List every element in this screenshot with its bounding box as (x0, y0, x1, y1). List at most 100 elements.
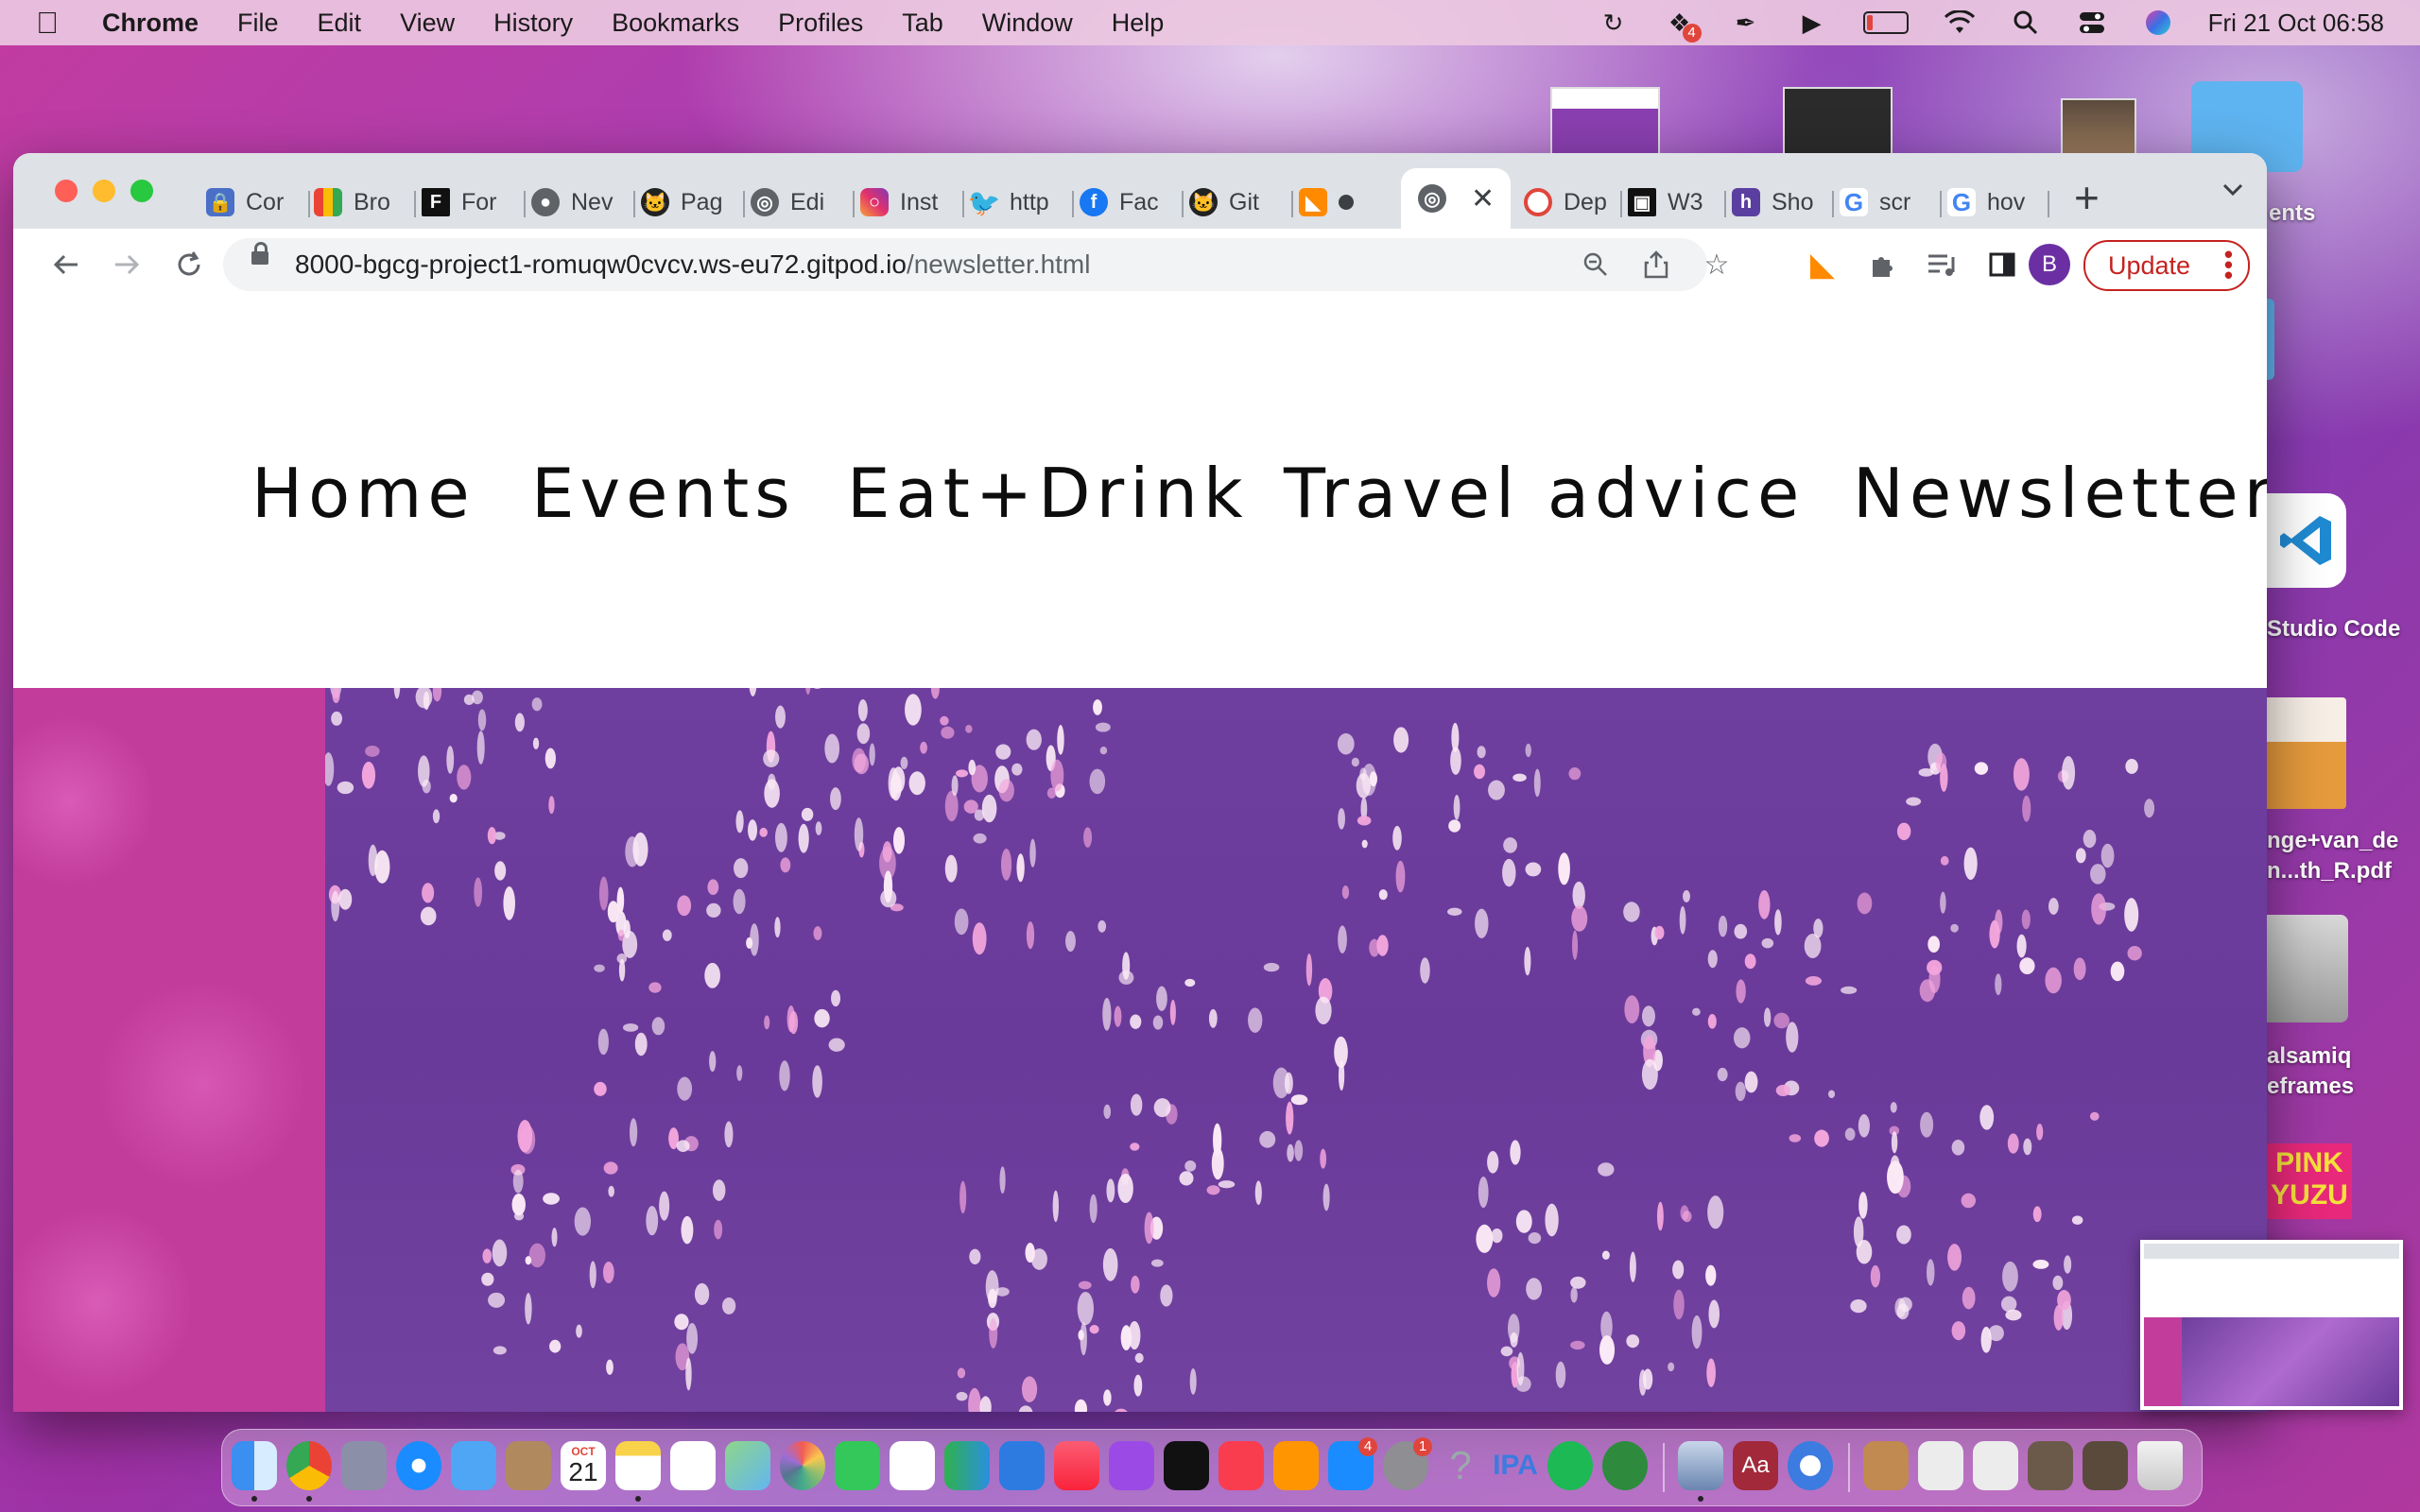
contacts-icon[interactable] (506, 1441, 551, 1490)
launchpad-icon[interactable] (341, 1441, 387, 1490)
menu-file[interactable]: File (237, 9, 279, 38)
calendar-icon[interactable]: OCT 21 (561, 1441, 606, 1490)
menu-bookmarks[interactable]: Bookmarks (612, 9, 739, 38)
podcasts-icon[interactable] (1109, 1441, 1154, 1490)
tab-cor[interactable]: 🔒 Cor (206, 178, 297, 227)
books-icon[interactable] (1273, 1441, 1319, 1490)
menu-window[interactable]: Window (982, 9, 1073, 38)
trash-icon[interactable] (2137, 1441, 2183, 1490)
address-bar[interactable]: 8000-bgcg-project1-romuqw0cvcv.ws-eu72.g… (223, 238, 1729, 291)
signature-icon[interactable]: ✒ (1730, 7, 1762, 39)
loading-spiral-icon[interactable]: ↻ (1598, 7, 1630, 39)
disk-image-icon[interactable] (2267, 915, 2348, 1022)
reload-icon[interactable] (170, 246, 208, 284)
wifi-icon[interactable] (1944, 7, 1976, 39)
preview-app-icon[interactable] (1678, 1441, 1723, 1490)
bookmark-star-icon[interactable]: ☆ (1700, 248, 1734, 282)
tab-w3[interactable]: ▣ W3 (1628, 178, 1715, 227)
nav-events[interactable]: Events (531, 454, 796, 533)
chrome-dock-icon[interactable] (286, 1441, 332, 1490)
spotlight-search-icon[interactable] (2010, 7, 2042, 39)
finder-icon[interactable] (232, 1441, 277, 1490)
menu-app-name[interactable]: Chrome (102, 9, 199, 38)
media-control-icon[interactable] (1923, 246, 1961, 284)
ipa-app-icon[interactable]: IPA (1493, 1441, 1538, 1490)
profile-avatar[interactable]: B (2029, 244, 2070, 285)
menu-help[interactable]: Help (1112, 9, 1165, 38)
menu-clock[interactable]: Fri 21 Oct 06:58 (2208, 9, 2384, 38)
help-question-icon[interactable]: ? (1438, 1441, 1483, 1490)
tab-git[interactable]: 🐱 Git (1189, 178, 1280, 227)
pink-yuzu-logo[interactable]: PINK YUZU (2267, 1143, 2352, 1219)
desktop-code-thumbnail[interactable] (1783, 87, 1893, 157)
numbers-icon[interactable] (944, 1441, 990, 1490)
back-arrow-icon[interactable] (47, 246, 85, 284)
control-center-icon[interactable] (2076, 7, 2108, 39)
tab-inst[interactable]: ○ Inst (860, 178, 951, 227)
keyboard-thumb-2-icon[interactable] (1973, 1441, 2018, 1490)
pdf-file-icon[interactable] (2267, 697, 2346, 809)
downloads-stack-icon[interactable] (1863, 1441, 1909, 1490)
maps-icon[interactable] (725, 1441, 770, 1490)
minimize-window-button[interactable] (93, 180, 115, 202)
notes-icon[interactable] (615, 1441, 661, 1490)
window-preview-thumbnail[interactable] (2140, 1240, 2403, 1410)
menu-tab[interactable]: Tab (902, 9, 943, 38)
menu-edit[interactable]: Edit (318, 9, 362, 38)
url-text[interactable]: 8000-bgcg-project1-romuqw0cvcv.ws-eu72.g… (295, 249, 1090, 280)
menu-view[interactable]: View (400, 9, 455, 38)
tab-close-icon[interactable]: ✕ (1471, 182, 1495, 215)
tab-scr[interactable]: Gscr (1840, 178, 1930, 227)
tab-fac[interactable]: f Fac (1080, 178, 1170, 227)
tree-app-icon[interactable] (1602, 1441, 1648, 1490)
desktop-photo-thumbnail[interactable] (2061, 98, 2136, 157)
spotify-icon[interactable] (1547, 1441, 1593, 1490)
apple-icon[interactable]:  (36, 6, 74, 41)
desktop-screenshot-thumbnail[interactable] (1550, 87, 1660, 157)
zoom-window-button[interactable] (130, 180, 153, 202)
siri-icon[interactable] (2142, 7, 2174, 39)
extensions-puzzle-icon[interactable] (1864, 246, 1902, 284)
play-circle-icon[interactable]: ▶ (1796, 7, 1828, 39)
update-button[interactable]: Update • • • (2083, 240, 2250, 291)
nav-newsletter[interactable]: Newsletter (1853, 454, 2267, 533)
apple-tv-icon[interactable] (1164, 1441, 1209, 1490)
dropbox-icon[interactable]: ❖ 4 (1664, 7, 1702, 43)
loading-app-icon[interactable] (1788, 1441, 1833, 1490)
tab-bro[interactable]: Bro (314, 178, 405, 227)
tab-dep[interactable]: Dep (1524, 178, 1615, 227)
mail-icon[interactable] (451, 1441, 496, 1490)
forward-arrow-icon[interactable] (108, 246, 146, 284)
tab-for[interactable]: F For (422, 178, 512, 227)
news-icon[interactable] (1219, 1441, 1264, 1490)
tab-search-chevron-icon[interactable] (2220, 176, 2246, 207)
share-icon[interactable] (1639, 248, 1673, 282)
side-panel-icon[interactable] (1983, 246, 2021, 284)
tab-pag[interactable]: 🐱 Pag (641, 178, 732, 227)
keyboard-thumb-1-icon[interactable] (1918, 1441, 1963, 1490)
app-store-icon[interactable]: 4 (1328, 1437, 1377, 1490)
dictionary-icon[interactable]: Aa (1733, 1441, 1778, 1490)
system-settings-icon[interactable]: 1 (1383, 1437, 1432, 1490)
desktop-folder2-icon[interactable] (2267, 299, 2274, 380)
zoom-out-icon[interactable] (1579, 248, 1613, 282)
tab-active-newsletter[interactable]: ◎ ✕ (1401, 168, 1511, 229)
lock-icon[interactable] (251, 242, 268, 265)
nav-home[interactable]: Home (251, 454, 475, 533)
keynote-icon[interactable] (999, 1441, 1045, 1490)
freeform-icon[interactable] (890, 1441, 935, 1490)
safari-icon[interactable] (396, 1441, 441, 1490)
tab-nev[interactable]: ● Nev (531, 178, 622, 227)
photos-icon[interactable] (780, 1441, 825, 1490)
gitpod-extension-icon[interactable]: ◣ (1804, 246, 1841, 284)
photo-thumb-2-icon[interactable] (2083, 1441, 2128, 1490)
menu-history[interactable]: History (493, 9, 573, 38)
kebab-menu-icon[interactable]: • • • (2224, 242, 2233, 287)
tab-http[interactable]: 🐦 http (970, 178, 1061, 227)
photo-thumb-1-icon[interactable] (2028, 1441, 2073, 1490)
tab-edi[interactable]: ◎ Edi (751, 178, 841, 227)
nav-eat-drink[interactable]: Eat+Drink (847, 454, 1249, 533)
tab-hov[interactable]: Ghov (1947, 178, 2038, 227)
battery-icon[interactable] (1862, 7, 1910, 39)
tab-sho[interactable]: h Sho (1732, 178, 1823, 227)
